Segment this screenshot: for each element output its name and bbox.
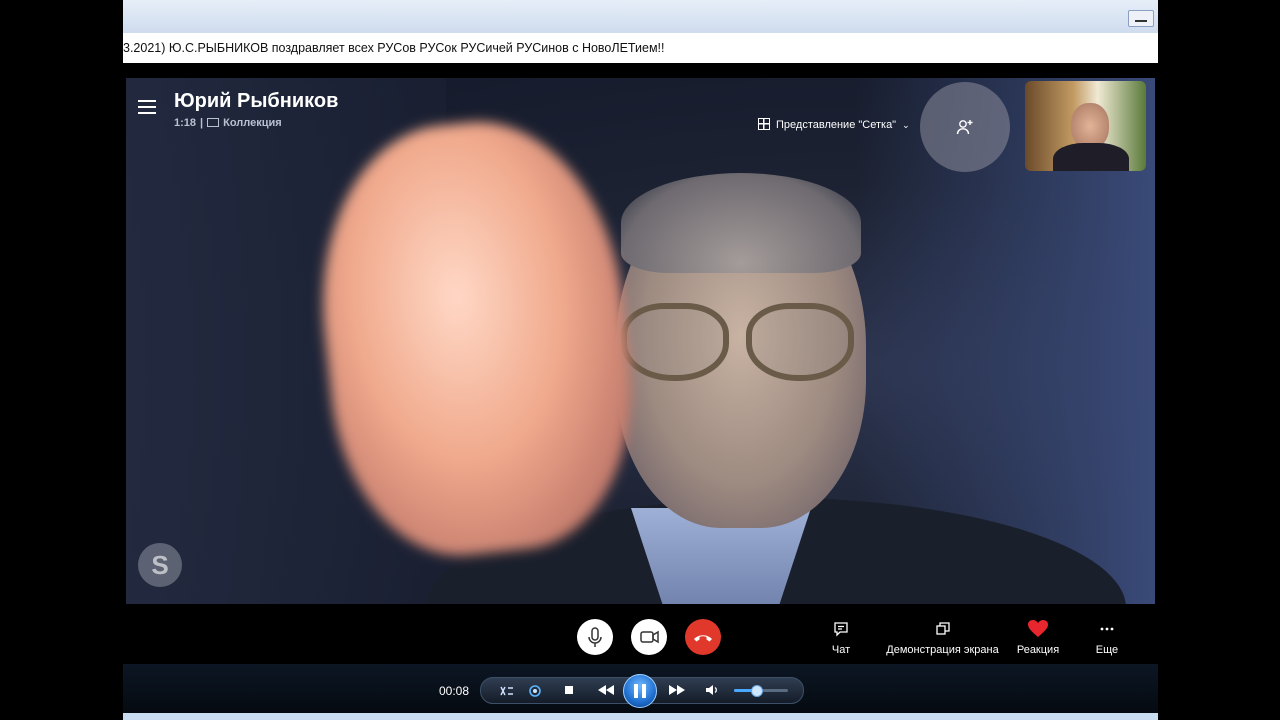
rewind-button[interactable] xyxy=(593,678,619,703)
call-video: Юрий Рыбников 1:18 | Коллекция Представлен… xyxy=(126,78,1155,604)
menu-icon[interactable] xyxy=(138,100,156,114)
self-view-body xyxy=(1053,143,1129,171)
window-bottom-border xyxy=(123,713,1158,720)
call-controls: Чат Демонстрация экрана Реакция Еще xyxy=(123,604,1158,662)
minimize-button[interactable] xyxy=(1128,10,1154,27)
end-call-button[interactable] xyxy=(685,619,721,655)
reaction-label: Реакция xyxy=(1016,644,1060,656)
mute-button[interactable] xyxy=(577,619,613,655)
meta-separator: | xyxy=(200,117,204,129)
share-screen-button[interactable]: Демонстрация экрана xyxy=(880,618,1005,656)
grid-icon xyxy=(758,118,770,130)
rewind-icon xyxy=(598,685,614,695)
add-person-icon xyxy=(956,120,973,135)
repeat-icon xyxy=(529,685,541,697)
chat-button[interactable]: Чат xyxy=(823,618,859,656)
skype-logo-icon: S xyxy=(138,543,182,587)
grid-view-selector[interactable]: Представление "Сетка" ⌄ xyxy=(758,118,910,131)
more-button[interactable]: Еще xyxy=(1085,618,1129,656)
add-participant-button[interactable] xyxy=(920,82,1010,172)
share-screen-icon xyxy=(935,622,950,635)
elapsed-time: 00:08 xyxy=(439,684,470,698)
volume-button[interactable] xyxy=(703,678,721,703)
chevron-down-icon: ⌄ xyxy=(902,120,910,130)
speaker-icon xyxy=(706,685,717,695)
fast-forward-icon xyxy=(669,685,685,695)
stop-button[interactable] xyxy=(559,678,579,703)
call-meta: 1:18 | Коллекция xyxy=(174,117,282,129)
stop-icon xyxy=(565,686,573,694)
ticker-bar: 3.2021) Ю.С.РЫБНИКОВ поздравляет всех РУ… xyxy=(123,33,1158,63)
camera-icon xyxy=(640,630,659,644)
volume-slider[interactable] xyxy=(734,685,788,697)
volume-knob[interactable] xyxy=(750,685,763,697)
caller-name: Юрий Рыбников xyxy=(174,90,339,112)
call-header: Юрий Рыбников 1:18 | Коллекция Представлен… xyxy=(126,78,1155,172)
fast-forward-button[interactable] xyxy=(664,678,690,703)
call-duration: 1:18 xyxy=(174,117,197,129)
chat-icon xyxy=(834,622,848,637)
heart-icon xyxy=(1028,620,1048,637)
reaction-button[interactable]: Реакция xyxy=(1011,618,1065,656)
pause-icon-bar-left xyxy=(634,684,638,698)
media-player-bar: 00:08 xyxy=(123,664,1158,714)
hang-up-icon xyxy=(694,635,712,642)
more-label: Еще xyxy=(1095,644,1119,656)
caller-glasses-left xyxy=(621,303,729,381)
caller-glasses-right xyxy=(746,303,854,381)
ticker-text: 3.2021) Ю.С.РЫБНИКОВ поздравляет всех РУ… xyxy=(123,41,665,55)
chat-label: Чат xyxy=(831,644,851,656)
video-button[interactable] xyxy=(631,619,667,655)
window-titlebar xyxy=(123,0,1158,34)
more-icon xyxy=(1100,627,1114,631)
caller-hair xyxy=(621,173,861,273)
grid-view-label: Представление "Сетка" xyxy=(776,119,897,131)
share-screen-label: Демонстрация экрана xyxy=(886,644,999,656)
shuffle-button[interactable] xyxy=(497,678,517,703)
self-view-video[interactable] xyxy=(1025,81,1146,171)
shuffle-icon xyxy=(500,686,513,696)
gallery-icon xyxy=(207,118,220,127)
collection-link[interactable]: Коллекция xyxy=(223,117,282,129)
pause-button[interactable] xyxy=(623,674,657,708)
repeat-button[interactable] xyxy=(525,678,545,703)
microphone-icon xyxy=(588,627,602,647)
pause-icon-bar-right xyxy=(642,684,646,698)
